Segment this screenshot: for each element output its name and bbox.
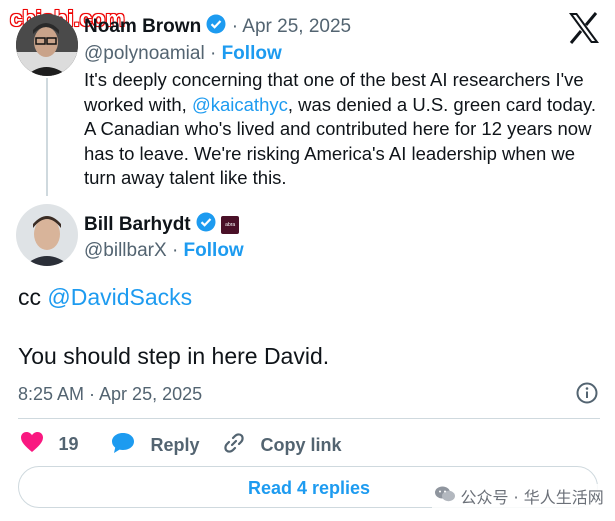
quoted-line: turn away talent like this. (84, 167, 287, 188)
like-button[interactable]: 19 (20, 431, 90, 457)
wechat-caption: 公众号 · 华人生活网 (432, 484, 606, 508)
quoted-line: It's deeply concerning that one of the b… (84, 69, 584, 90)
verified-icon (206, 14, 226, 40)
avatar-bill-barhydt[interactable] (16, 204, 78, 266)
mention-link[interactable]: @kaicathyc (192, 94, 288, 115)
wechat-icon (434, 485, 456, 508)
reply-button[interactable]: Reply (110, 431, 199, 457)
x-logo-icon[interactable] (567, 12, 601, 44)
reply-text: You should step in here David. (18, 343, 330, 369)
quoted-header: Noam Brown · Apr 25, 2025 (84, 14, 351, 40)
quoted-line: has to leave. We're risking America's AI… (84, 142, 576, 164)
reply-handle-row: @billbarX · Follow (84, 240, 244, 262)
author-name[interactable]: Bill Barhydt (84, 214, 191, 235)
separator-dot: · (209, 43, 217, 64)
quoted-handle-row: @polynoamial · Follow (84, 43, 282, 65)
reply-header: Bill Barhydt abra (84, 212, 240, 238)
mention-link[interactable]: @DavidSacks (47, 284, 192, 310)
quoted-line: A Canadian who's lived and contributed h… (84, 118, 592, 139)
copy-link-button[interactable]: Copy link (222, 431, 341, 457)
wechat-caption-text: 公众号 · 华人生活网 (460, 488, 604, 507)
info-icon[interactable] (576, 382, 598, 404)
author-handle[interactable]: @billbarX (84, 240, 167, 261)
follow-button[interactable]: Follow (184, 240, 244, 261)
quoted-line: worked with, @kaicathyc, was denied a U.… (84, 93, 597, 115)
copy-link-label: Copy link (260, 435, 342, 455)
divider (18, 418, 600, 419)
avatar-noam-brown[interactable] (16, 14, 78, 76)
separator-dot: · (171, 240, 179, 261)
follow-button[interactable]: Follow (222, 43, 282, 64)
thread-line (46, 78, 48, 196)
reply-cc-line: cc @DavidSacks (18, 284, 193, 310)
author-handle[interactable]: @polynoamial (84, 43, 205, 64)
reply-bubble-icon (110, 431, 136, 460)
post-timestamp[interactable]: 8:25 AM · Apr 25, 2025 (18, 384, 202, 405)
heart-icon (20, 431, 44, 458)
author-name[interactable]: Noam Brown (84, 16, 201, 37)
post-date[interactable]: · Apr 25, 2025 (232, 16, 351, 37)
affiliate-badge[interactable]: abra (221, 216, 240, 234)
like-count: 19 (58, 434, 79, 454)
quoted-body: It's deeply concerning that one of the b… (84, 68, 609, 191)
link-icon (222, 431, 246, 460)
reply-label: Reply (150, 435, 200, 455)
verified-icon (196, 212, 216, 238)
